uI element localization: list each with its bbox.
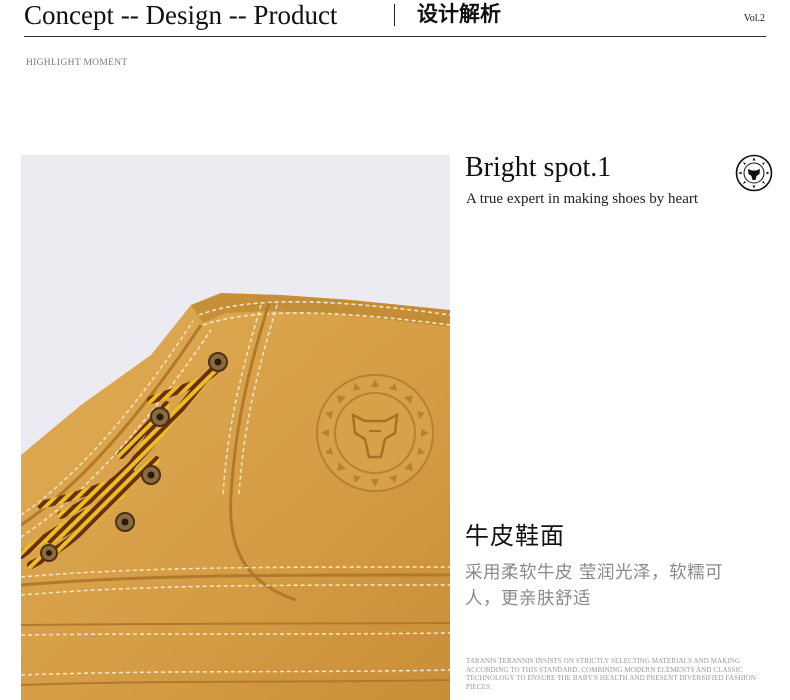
brand-logo-icon — [735, 154, 773, 192]
brand-fine-print: TARANIS TERANNIS INSISTS ON STRICTLY SEL… — [466, 657, 757, 691]
header-rule — [24, 36, 766, 37]
spot-subtitle: A true expert in making shoes by heart — [466, 191, 699, 207]
header-divider — [394, 4, 395, 26]
boot-closeup-photo — [21, 155, 450, 700]
boot-leather-illustration — [21, 293, 450, 700]
feature-description: 采用柔软牛皮 莹润光泽，软糯可 人，更亲肤舒适 — [465, 560, 765, 612]
volume-label: Vol.2 — [743, 13, 765, 24]
spot-title: Bright spot.1 — [465, 152, 612, 183]
page-title: Concept -- Design -- Product — [24, 0, 338, 30]
feature-description-line: 采用柔软牛皮 莹润光泽，软糯可 — [465, 563, 724, 583]
feature-title: 牛皮鞋面 — [465, 522, 565, 550]
feature-description-line: 人，更亲肤舒适 — [465, 589, 591, 609]
section-label: HIGHLIGHT MOMENT — [26, 58, 128, 68]
page-subtitle-cn: 设计解析 — [417, 2, 501, 26]
